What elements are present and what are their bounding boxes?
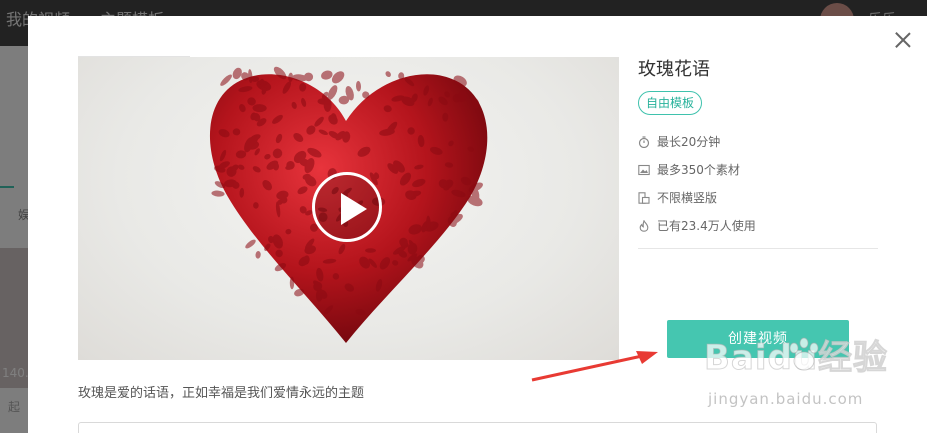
rose-petal [385,71,391,77]
meta-materials: 最多350个素材 [638,161,740,178]
rose-petal [365,248,376,253]
orientation-icon [638,192,650,204]
paw-icon [789,337,819,371]
close-icon[interactable] [895,32,911,48]
meta-usage: 已有23.4万人使用 [638,217,756,234]
meta-duration: 最长20分钟 [638,133,720,150]
rose-petal [232,67,242,80]
bottom-input-area[interactable] [78,422,877,433]
play-button[interactable] [312,172,382,242]
rose-petal [355,80,362,92]
meta-orientation-text: 不限横竖版 [657,191,718,205]
watermark: Baidu经验 jingyan.baidu.com [703,330,888,408]
timer-icon [638,136,650,148]
template-description: 玫瑰是爱的话语，正如幸福是我们爱情永远的主题 [78,386,365,401]
rose-petal [289,276,295,290]
rose-petal [245,239,256,249]
info-divider [638,248,878,249]
watermark-url: jingyan.baidu.com [708,390,864,408]
meta-usage-text: 已有23.4万人使用 [657,219,756,233]
annotation-arrow-icon [531,351,658,382]
video-preview[interactable] [78,57,619,360]
meta-materials-text: 最多350个素材 [657,163,740,177]
meta-orientation: 不限横竖版 [638,189,717,206]
rose-petal [220,74,232,86]
template-title: 玫瑰花语 [638,59,710,80]
meta-duration-text: 最长20分钟 [657,135,721,149]
fire-icon [639,220,649,232]
template-type-badge: 自由模板 [638,91,703,115]
rose-petal [255,251,261,259]
rose-petal [321,70,333,80]
image-icon [638,164,650,176]
rose-petal [211,190,225,197]
rose-petal [331,71,345,84]
